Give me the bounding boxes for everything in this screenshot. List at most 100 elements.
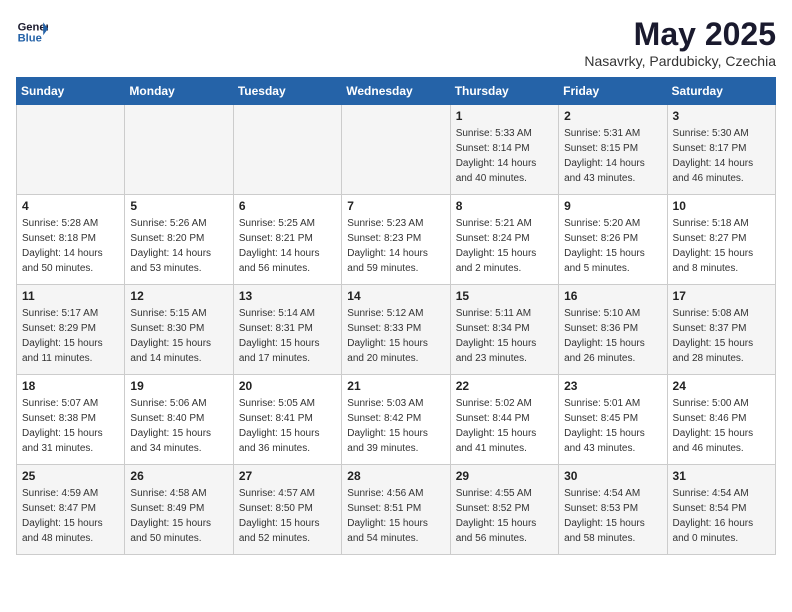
day-number: 28 [347, 469, 444, 483]
week-row-2: 4Sunrise: 5:28 AMSunset: 8:18 PMDaylight… [17, 195, 776, 285]
day-info: Sunrise: 5:26 AMSunset: 8:20 PMDaylight:… [130, 216, 227, 276]
day-cell: 14 Sunrise: 5:12 AMSunset: 8:33 PMDayligh… [342, 285, 450, 375]
page-header: General Blue May 2025 Nasavrky, Pardubic… [16, 16, 776, 69]
day-number: 16 [564, 289, 661, 303]
day-cell: 22 Sunrise: 5:02 AMSunset: 8:44 PMDayligh… [450, 375, 558, 465]
logo: General Blue [16, 16, 48, 48]
day-cell: 28 Sunrise: 4:56 AMSunset: 8:51 PMDayligh… [342, 465, 450, 555]
day-info: Sunrise: 5:10 AMSunset: 8:36 PMDaylight:… [564, 306, 661, 366]
weekday-friday: Friday [559, 78, 667, 105]
day-cell: 26 Sunrise: 4:58 AMSunset: 8:49 PMDayligh… [125, 465, 233, 555]
day-info: Sunrise: 5:05 AMSunset: 8:41 PMDaylight:… [239, 396, 336, 456]
day-info: Sunrise: 4:54 AMSunset: 8:53 PMDaylight:… [564, 486, 661, 546]
day-number: 17 [673, 289, 770, 303]
day-cell: 8 Sunrise: 5:21 AMSunset: 8:24 PMDaylight… [450, 195, 558, 285]
day-number: 7 [347, 199, 444, 213]
day-number: 14 [347, 289, 444, 303]
day-cell: 13 Sunrise: 5:14 AMSunset: 8:31 PMDayligh… [233, 285, 341, 375]
day-cell: 7 Sunrise: 5:23 AMSunset: 8:23 PMDaylight… [342, 195, 450, 285]
day-info: Sunrise: 5:17 AMSunset: 8:29 PMDaylight:… [22, 306, 119, 366]
day-info: Sunrise: 4:54 AMSunset: 8:54 PMDaylight:… [673, 486, 770, 546]
location-subtitle: Nasavrky, Pardubicky, Czechia [584, 53, 776, 69]
day-number: 12 [130, 289, 227, 303]
day-cell: 11 Sunrise: 5:17 AMSunset: 8:29 PMDayligh… [17, 285, 125, 375]
day-info: Sunrise: 5:33 AMSunset: 8:14 PMDaylight:… [456, 126, 553, 186]
day-cell: 31 Sunrise: 4:54 AMSunset: 8:54 PMDayligh… [667, 465, 775, 555]
day-info: Sunrise: 4:58 AMSunset: 8:49 PMDaylight:… [130, 486, 227, 546]
weekday-header-row: SundayMondayTuesdayWednesdayThursdayFrid… [17, 78, 776, 105]
day-cell: 10 Sunrise: 5:18 AMSunset: 8:27 PMDayligh… [667, 195, 775, 285]
day-number: 20 [239, 379, 336, 393]
day-cell: 6 Sunrise: 5:25 AMSunset: 8:21 PMDaylight… [233, 195, 341, 285]
day-cell: 3Sunrise: 5:30 AMSunset: 8:17 PMDaylight… [667, 105, 775, 195]
day-cell: 16 Sunrise: 5:10 AMSunset: 8:36 PMDayligh… [559, 285, 667, 375]
weekday-tuesday: Tuesday [233, 78, 341, 105]
day-number: 6 [239, 199, 336, 213]
day-number: 5 [130, 199, 227, 213]
day-number: 11 [22, 289, 119, 303]
day-info: Sunrise: 5:01 AMSunset: 8:45 PMDaylight:… [564, 396, 661, 456]
weekday-monday: Monday [125, 78, 233, 105]
day-number: 9 [564, 199, 661, 213]
day-cell: 27Sunrise: 4:57 AMSunset: 8:50 PMDayligh… [233, 465, 341, 555]
day-number: 31 [673, 469, 770, 483]
day-number: 24 [673, 379, 770, 393]
day-number: 22 [456, 379, 553, 393]
day-info: Sunrise: 5:31 AMSunset: 8:15 PMDaylight:… [564, 126, 661, 186]
title-block: May 2025 Nasavrky, Pardubicky, Czechia [584, 16, 776, 69]
day-cell: 21Sunrise: 5:03 AMSunset: 8:42 PMDayligh… [342, 375, 450, 465]
day-number: 13 [239, 289, 336, 303]
day-info: Sunrise: 5:14 AMSunset: 8:31 PMDaylight:… [239, 306, 336, 366]
day-number: 10 [673, 199, 770, 213]
day-cell: 12 Sunrise: 5:15 AMSunset: 8:30 PMDayligh… [125, 285, 233, 375]
day-cell: 15 Sunrise: 5:11 AMSunset: 8:34 PMDayligh… [450, 285, 558, 375]
day-info: Sunrise: 5:02 AMSunset: 8:44 PMDaylight:… [456, 396, 553, 456]
day-info: Sunrise: 4:56 AMSunset: 8:51 PMDaylight:… [347, 486, 444, 546]
day-info: Sunrise: 5:07 AMSunset: 8:38 PMDaylight:… [22, 396, 119, 456]
day-cell: 9Sunrise: 5:20 AMSunset: 8:26 PMDaylight… [559, 195, 667, 285]
day-cell [125, 105, 233, 195]
week-row-4: 18 Sunrise: 5:07 AMSunset: 8:38 PMDayligh… [17, 375, 776, 465]
day-cell: 17 Sunrise: 5:08 AMSunset: 8:37 PMDayligh… [667, 285, 775, 375]
day-info: Sunrise: 5:06 AMSunset: 8:40 PMDaylight:… [130, 396, 227, 456]
day-cell: 20 Sunrise: 5:05 AMSunset: 8:41 PMDayligh… [233, 375, 341, 465]
day-info: Sunrise: 4:55 AMSunset: 8:52 PMDaylight:… [456, 486, 553, 546]
day-number: 30 [564, 469, 661, 483]
day-info: Sunrise: 5:30 AMSunset: 8:17 PMDaylight:… [673, 126, 770, 186]
day-info: Sunrise: 5:25 AMSunset: 8:21 PMDaylight:… [239, 216, 336, 276]
day-cell: 4Sunrise: 5:28 AMSunset: 8:18 PMDaylight… [17, 195, 125, 285]
day-info: Sunrise: 5:08 AMSunset: 8:37 PMDaylight:… [673, 306, 770, 366]
day-number: 2 [564, 109, 661, 123]
day-info: Sunrise: 5:23 AMSunset: 8:23 PMDaylight:… [347, 216, 444, 276]
day-cell: 18 Sunrise: 5:07 AMSunset: 8:38 PMDayligh… [17, 375, 125, 465]
day-number: 15 [456, 289, 553, 303]
day-info: Sunrise: 5:12 AMSunset: 8:33 PMDaylight:… [347, 306, 444, 366]
day-cell: 23Sunrise: 5:01 AMSunset: 8:45 PMDayligh… [559, 375, 667, 465]
day-info: Sunrise: 4:59 AMSunset: 8:47 PMDaylight:… [22, 486, 119, 546]
day-info: Sunrise: 5:21 AMSunset: 8:24 PMDaylight:… [456, 216, 553, 276]
day-number: 25 [22, 469, 119, 483]
day-info: Sunrise: 5:11 AMSunset: 8:34 PMDaylight:… [456, 306, 553, 366]
svg-text:Blue: Blue [18, 33, 42, 45]
day-number: 18 [22, 379, 119, 393]
weekday-thursday: Thursday [450, 78, 558, 105]
day-cell: 25 Sunrise: 4:59 AMSunset: 8:47 PMDayligh… [17, 465, 125, 555]
day-number: 27 [239, 469, 336, 483]
month-title: May 2025 [584, 16, 776, 53]
day-number: 26 [130, 469, 227, 483]
day-number: 19 [130, 379, 227, 393]
day-number: 21 [347, 379, 444, 393]
week-row-5: 25 Sunrise: 4:59 AMSunset: 8:47 PMDayligh… [17, 465, 776, 555]
day-cell: 19 Sunrise: 5:06 AMSunset: 8:40 PMDayligh… [125, 375, 233, 465]
calendar-body: 1 Sunrise: 5:33 AMSunset: 8:14 PMDaylight… [17, 105, 776, 555]
weekday-sunday: Sunday [17, 78, 125, 105]
day-info: Sunrise: 5:00 AMSunset: 8:46 PMDaylight:… [673, 396, 770, 456]
day-info: Sunrise: 5:18 AMSunset: 8:27 PMDaylight:… [673, 216, 770, 276]
day-info: Sunrise: 5:15 AMSunset: 8:30 PMDaylight:… [130, 306, 227, 366]
weekday-wednesday: Wednesday [342, 78, 450, 105]
logo-icon: General Blue [16, 16, 48, 48]
day-cell: 24 Sunrise: 5:00 AMSunset: 8:46 PMDayligh… [667, 375, 775, 465]
day-number: 8 [456, 199, 553, 213]
week-row-3: 11 Sunrise: 5:17 AMSunset: 8:29 PMDayligh… [17, 285, 776, 375]
day-number: 1 [456, 109, 553, 123]
